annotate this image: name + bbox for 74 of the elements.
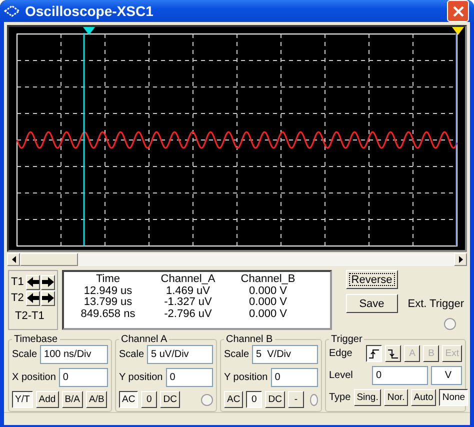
- mode-button[interactable]: Add: [36, 391, 59, 408]
- cursor-marker-icon[interactable]: [452, 27, 464, 35]
- move-right-button[interactable]: [40, 274, 55, 290]
- close-button[interactable]: [447, 0, 469, 22]
- scale-field[interactable]: 100 ns/Div: [40, 345, 108, 364]
- column-header: Channel_A: [160, 274, 216, 286]
- scroll-right-icon[interactable]: [454, 253, 467, 266]
- readout-cell-text: 0.000 V: [248, 308, 288, 320]
- field-label: X position: [12, 372, 56, 383]
- cursor-diff-label: T2-T1: [14, 310, 46, 322]
- readout-cell-text: 13.799 us: [82, 297, 134, 308]
- rising-edge-icon: [369, 348, 380, 358]
- scale-field[interactable]: 5 uV/Div: [147, 345, 213, 364]
- save-button[interactable]: Save: [346, 294, 398, 313]
- falling-edge-icon: [388, 348, 398, 358]
- coupling-button[interactable]: 0: [246, 391, 262, 408]
- coupling-button[interactable]: -: [288, 391, 304, 408]
- ext-trigger-terminal-icon[interactable]: [444, 318, 456, 330]
- reverse-button[interactable]: Reverse: [346, 270, 398, 289]
- unit-field[interactable]: V: [431, 366, 462, 385]
- mode-button[interactable]: Y/T: [12, 391, 33, 408]
- field-label: Scale: [12, 349, 38, 360]
- close-icon: [452, 6, 464, 16]
- coupling-button[interactable]: DC: [160, 391, 180, 408]
- position-field[interactable]: 0: [270, 368, 318, 387]
- field-label: Type: [329, 392, 351, 403]
- position-field[interactable]: 0: [166, 368, 213, 387]
- trigger-type-button[interactable]: Sing.: [354, 389, 382, 406]
- readout-cell-text: -1.327 uV: [163, 297, 213, 308]
- readout-cell-text: 1.469 uV: [164, 286, 212, 297]
- ext-trigger-label: Ext. Trigger: [408, 298, 464, 310]
- rising-edge-button[interactable]: [366, 345, 382, 362]
- readout-cell-text: 12.949 us: [82, 286, 134, 297]
- mode-button[interactable]: A/B: [86, 391, 108, 408]
- channel-terminal-icon[interactable]: [201, 394, 213, 406]
- field-label: Y position: [224, 372, 268, 383]
- field-label: Edge: [329, 348, 354, 359]
- coupling-button[interactable]: AC: [119, 391, 138, 408]
- app-icon: [4, 5, 20, 17]
- column-header: Time: [94, 274, 122, 286]
- readout-cell-text: 849.658 ns: [80, 308, 136, 320]
- channel-terminal-icon[interactable]: [310, 394, 318, 406]
- column-header: Channel_B: [240, 274, 296, 286]
- field-label: Scale: [224, 349, 250, 360]
- group-title: Channel B: [225, 334, 274, 345]
- scale-field[interactable]: 5 V/Div: [252, 345, 318, 364]
- cursor-label: T2: [11, 292, 25, 304]
- readout-cell-text: 0.000 V: [248, 297, 288, 308]
- horizontal-scrollbar[interactable]: [7, 253, 467, 266]
- move-left-button[interactable]: [26, 274, 40, 290]
- coupling-button[interactable]: 0: [141, 391, 158, 408]
- readout-cell-text: -2.796 uV: [163, 308, 213, 320]
- group-title: Channel A: [120, 334, 168, 345]
- scroll-left-icon[interactable]: [7, 253, 20, 266]
- group-title: Trigger: [330, 334, 364, 345]
- window-title: Oscilloscope-XSC1: [25, 3, 154, 19]
- trigger-type-button[interactable]: Nor.: [384, 389, 408, 406]
- trigger-type-button[interactable]: Auto: [410, 389, 436, 406]
- group-title: Timebase: [13, 334, 59, 345]
- scroll-thumb[interactable]: [20, 253, 78, 266]
- falling-edge-button[interactable]: [385, 345, 402, 362]
- mode-button[interactable]: B/A: [62, 391, 83, 408]
- coupling-button[interactable]: AC: [224, 391, 244, 408]
- trigger-type-button[interactable]: None: [439, 389, 468, 406]
- cursor-label: T1: [11, 276, 25, 288]
- coupling-button[interactable]: DC: [265, 391, 285, 408]
- move-left-button[interactable]: [26, 290, 40, 306]
- readout-cell-text: 0.000 V: [248, 286, 288, 297]
- field-label: Scale: [119, 349, 144, 360]
- field-label: Y position: [119, 372, 163, 383]
- position-field[interactable]: 0: [58, 368, 108, 387]
- field-label: Level: [329, 370, 354, 381]
- level-field[interactable]: 0: [372, 366, 428, 385]
- move-right-button[interactable]: [40, 290, 55, 306]
